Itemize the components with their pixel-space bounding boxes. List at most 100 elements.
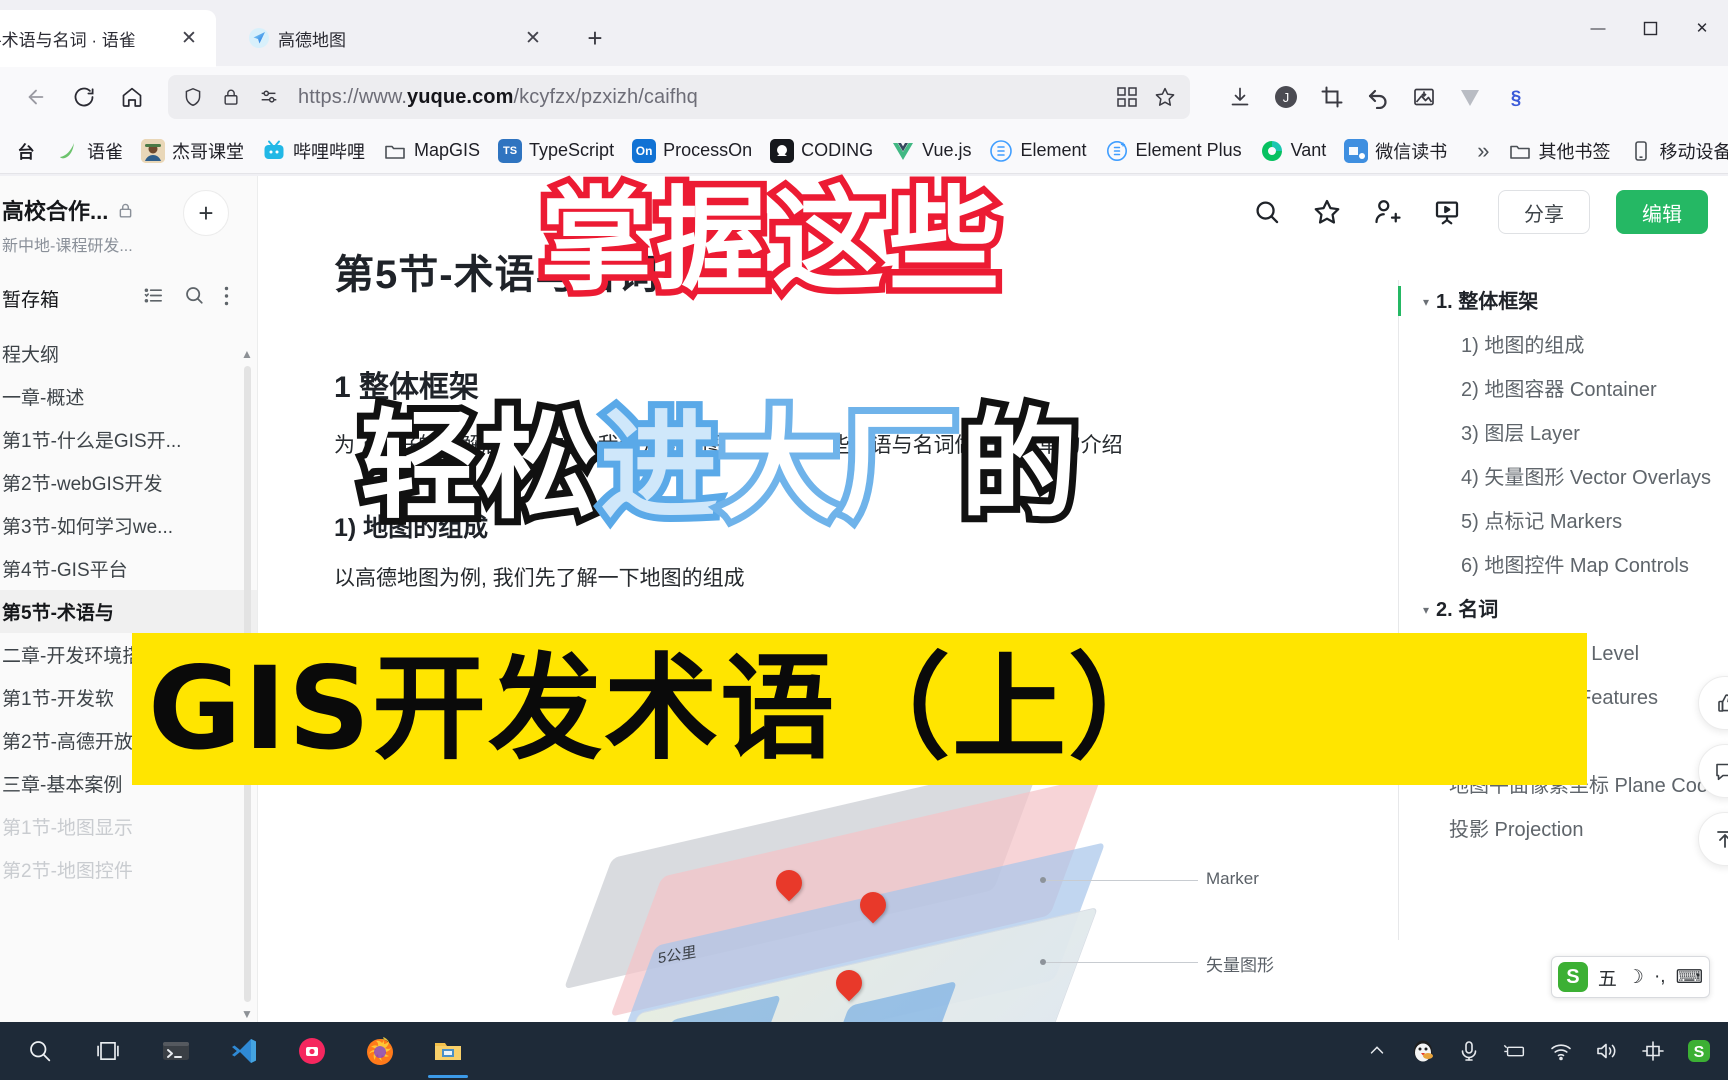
bookmark-item[interactable]: CODING	[762, 134, 881, 168]
bookmark-item[interactable]: TS TypeScript	[490, 134, 622, 168]
toc-item-6[interactable]: 5) 点标记 Markers	[1419, 500, 1728, 544]
toc-item-11[interactable]: 标注 Labels	[1419, 720, 1728, 764]
undo-icon[interactable]	[1356, 75, 1400, 119]
bookmark-item[interactable]: Element	[981, 134, 1094, 168]
toc-item-5[interactable]: 4) 矢量图形 Vector Overlays	[1419, 456, 1728, 500]
more-icon[interactable]	[224, 285, 229, 312]
sidebar-scrollbar[interactable]: ▲ ▼	[241, 344, 253, 1022]
chevron-up-icon[interactable]: ▲	[241, 344, 253, 364]
sogou-icon[interactable]: S	[1686, 1038, 1712, 1064]
sidebar-inbox-label[interactable]: 暂存箱	[2, 285, 142, 312]
taskbar-firefox-icon[interactable]	[346, 1022, 414, 1080]
bookmark-item[interactable]: On ProcessOn	[624, 134, 760, 168]
save-image-icon[interactable]	[1402, 75, 1446, 119]
bookmark-item[interactable]: 哔哩哔哩	[254, 133, 373, 169]
sidebar-item-9[interactable]: 第2节-高德开放平台	[0, 719, 257, 762]
toc-item-1[interactable]: ▾ 1. 整体框架	[1419, 280, 1728, 324]
sidebar-item-8[interactable]: 第1节-开发软	[0, 676, 257, 719]
minimize-button[interactable]: —	[1572, 0, 1624, 56]
taskbar-search-icon[interactable]	[6, 1022, 74, 1080]
sogou-icon[interactable]: S	[1557, 962, 1588, 992]
chevron-down-icon[interactable]: ▾	[1423, 296, 1429, 308]
qq-icon[interactable]	[1410, 1038, 1436, 1064]
bookmark-item[interactable]: Element Plus	[1097, 134, 1250, 168]
toc-item-7[interactable]: 6) 地图控件 Map Controls	[1419, 544, 1728, 588]
edit-button[interactable]: 编辑	[1616, 190, 1708, 234]
browser-tab-amap[interactable]: 高德地图 ✕	[230, 10, 560, 66]
shield-icon[interactable]	[178, 82, 208, 112]
share-button[interactable]: 分享	[1498, 190, 1590, 234]
sidebar-item-11[interactable]: 第1节-地图显示	[0, 805, 257, 848]
chevron-down-icon[interactable]: ▾	[1423, 604, 1429, 616]
chevron-up-icon[interactable]	[1364, 1038, 1390, 1064]
toc-item-3[interactable]: 2) 地图容器 Container	[1419, 368, 1728, 412]
screenshot-crop-icon[interactable]	[1310, 75, 1354, 119]
bookmark-item[interactable]: Vue.js	[883, 134, 979, 168]
bookmark-item[interactable]: 微信读书	[1336, 133, 1455, 169]
sidebar-add-button[interactable]: +	[183, 190, 229, 236]
taskbar-vscode-icon[interactable]	[210, 1022, 278, 1080]
star-icon[interactable]	[1310, 195, 1344, 229]
wifi-icon[interactable]	[1548, 1038, 1574, 1064]
close-icon[interactable]: ✕	[518, 23, 548, 53]
chevron-down-icon[interactable]: ▼	[241, 1004, 253, 1022]
account-j-avatar[interactable]: J	[1264, 75, 1308, 119]
qrcode-icon[interactable]	[1112, 82, 1142, 112]
ime-key-punct[interactable]: ·,	[1654, 966, 1666, 988]
toc-item-10[interactable]: 地图要素 Map Features	[1419, 676, 1728, 720]
toc-item-13[interactable]: 投影 Projection	[1419, 808, 1728, 852]
toc-item-12[interactable]: 地图平面像素坐标 Plane Coordinates	[1419, 764, 1728, 808]
sidebar-item-6-active[interactable]: 第5节-术语与	[0, 590, 257, 633]
bookmark-other-folder[interactable]: 其他书签	[1500, 133, 1619, 169]
home-icon[interactable]	[110, 75, 154, 119]
url-text[interactable]: https://www.yuque.com/kcyfzx/pzxizh/caif…	[292, 86, 1104, 109]
battery-icon[interactable]	[1502, 1038, 1528, 1064]
browser-tab-active[interactable]: -术语与名词 · 语雀 ✕	[0, 10, 216, 66]
search-icon[interactable]	[1250, 195, 1284, 229]
close-icon[interactable]: ✕	[174, 23, 204, 53]
bookmarks-overflow-button[interactable]: »	[1469, 133, 1497, 169]
taskbar-terminal-icon[interactable]	[142, 1022, 210, 1080]
lock-icon[interactable]	[216, 82, 246, 112]
bookmark-item[interactable]: Vant	[1252, 134, 1335, 168]
toc-item-9[interactable]: 缩放级别 Zoom Level	[1419, 632, 1728, 676]
sidebar-item-2[interactable]: 第1节-什么是GIS开...	[0, 418, 257, 461]
ime-chinese-icon[interactable]	[1640, 1038, 1666, 1064]
ime-key-keyboard[interactable]: ⌨	[1676, 966, 1703, 989]
comment-icon[interactable]	[1698, 744, 1728, 798]
scrollbar-track[interactable]	[244, 366, 251, 1002]
ime-key-mode[interactable]: 五	[1598, 964, 1617, 991]
bookmark-star-icon[interactable]	[1150, 82, 1180, 112]
thumbs-up-icon[interactable]	[1698, 676, 1728, 730]
download-icon[interactable]	[1218, 75, 1262, 119]
microphone-icon[interactable]	[1456, 1038, 1482, 1064]
sidebar-item-0[interactable]: 程大纲	[0, 332, 257, 375]
list-icon[interactable]	[142, 284, 165, 312]
back-icon[interactable]	[14, 75, 58, 119]
sidebar-item-7[interactable]: 二章-开发环境搭	[0, 633, 257, 676]
taskbar-screen-recorder-icon[interactable]	[278, 1022, 346, 1080]
toc-item-2[interactable]: 1) 地图的组成	[1419, 324, 1728, 368]
reload-icon[interactable]	[62, 75, 106, 119]
new-tab-button[interactable]: +	[574, 17, 616, 59]
search-icon[interactable]	[183, 284, 206, 312]
taskbar-file-explorer-icon[interactable]	[414, 1022, 482, 1080]
sidebar-item-3[interactable]: 第2节-webGIS开发	[0, 461, 257, 504]
permissions-icon[interactable]	[254, 82, 284, 112]
taskbar-task-view-icon[interactable]	[74, 1022, 142, 1080]
bookmark-item[interactable]: 杰哥课堂	[133, 133, 252, 169]
bookmark-item[interactable]: MapGIS	[375, 134, 488, 168]
ime-key-moon[interactable]: ☽	[1627, 966, 1644, 989]
close-window-button[interactable]: ✕	[1676, 0, 1728, 56]
bookmark-item[interactable]: 台	[6, 134, 46, 168]
sidebar-item-4[interactable]: 第3节-如何学习we...	[0, 504, 257, 547]
sidebar-item-5[interactable]: 第4节-GIS平台	[0, 547, 257, 590]
ime-toolbar[interactable]: S 五 ☽ ·, ⌨	[1550, 956, 1710, 998]
bookmark-mobile-folder[interactable]: 移动设备	[1621, 133, 1728, 169]
vimium-v-icon[interactable]	[1448, 75, 1492, 119]
toc-item-4[interactable]: 3) 图层 Layer	[1419, 412, 1728, 456]
present-icon[interactable]	[1430, 195, 1464, 229]
sidebar-item-1[interactable]: 一章-概述	[0, 375, 257, 418]
add-member-icon[interactable]	[1370, 195, 1404, 229]
bookmark-item[interactable]: 语雀	[48, 133, 131, 169]
